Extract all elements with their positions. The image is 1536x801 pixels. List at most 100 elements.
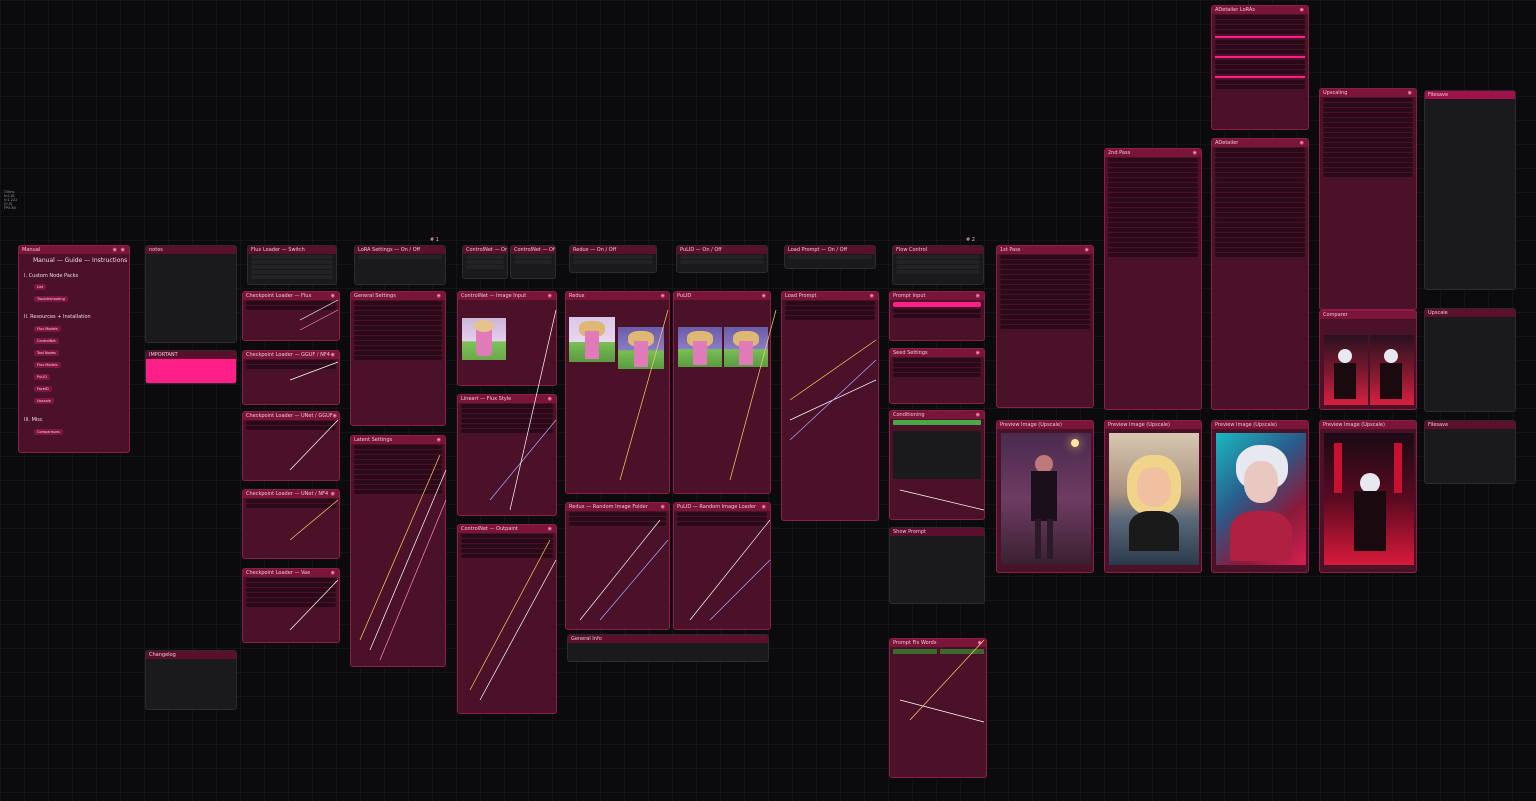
manual-title: Manual — Guide — Instructions: [33, 257, 128, 264]
prompt-input-title: Prompt Input: [893, 293, 926, 299]
flux-loader-title: Flux Loader — Switch: [251, 247, 305, 253]
changelog-node[interactable]: Changelog: [145, 650, 237, 710]
checkpoint-loader-flux[interactable]: Checkpoint Loader — Flux ◉: [242, 291, 340, 341]
pulid-thumbnail-2: [724, 327, 768, 367]
pulid-random-loader-node[interactable]: PuLID — Random Image Loader ◉: [673, 502, 771, 630]
manual-tools-button[interactable]: Tool Nodes: [34, 350, 59, 356]
redux-switch-node[interactable]: Redux — On / Off: [569, 245, 657, 273]
checkpoint-loader-unet-nf4[interactable]: Checkpoint Loader — UNet / NF4 ◉: [242, 489, 340, 559]
general-info-title: General Info: [571, 636, 602, 642]
manual-section-1: I. Custom Node Packs: [24, 273, 79, 279]
checkpoint-loader-unet-gguf[interactable]: Checkpoint Loader — UNet / GGUF ◉: [242, 411, 340, 481]
manual-upscale-button[interactable]: Upscale: [34, 398, 54, 404]
comparer-image-b: [1370, 335, 1414, 405]
pulid-switch-title: PuLID — On / Off: [680, 247, 722, 253]
controlnet-b-title: ControlNet — Off: [514, 247, 555, 253]
second-pass-output-image: [1109, 433, 1199, 565]
important-title: IMPORTANT: [149, 352, 178, 358]
general-info-node[interactable]: General Info: [567, 634, 769, 662]
final-save-title: Filesave: [1428, 422, 1449, 428]
checkpoint-loader-gguf[interactable]: Checkpoint Loader — GGUF / NF4 ◉: [242, 350, 340, 405]
redux-node[interactable]: Redux ◉: [565, 291, 670, 494]
controlnet-image-input-node[interactable]: ControlNet — Image Input ◉: [457, 291, 557, 386]
conditioning-node[interactable]: Conditioning ◉: [889, 410, 985, 520]
lora-settings-node[interactable]: LoRA Settings — On / Off: [354, 245, 446, 285]
fourth-preview-title: Preview Image (Upscale): [1323, 422, 1385, 428]
lineart-flux-node[interactable]: Lineart — Flux Style ◉: [457, 394, 557, 516]
load-prompt-switch-title: Load Prompt — On / Off: [788, 247, 848, 253]
second-pass-title: 2nd Pass: [1108, 150, 1131, 156]
manual-pulid-button[interactable]: PuLID: [34, 374, 50, 380]
checkpoint-1-title: Checkpoint Loader — Flux: [246, 293, 312, 299]
show-prompt-node[interactable]: Show Prompt: [889, 527, 985, 604]
final-save-node[interactable]: Filesave: [1424, 420, 1516, 484]
workflow-canvas[interactable]: T:0ms N:118 V:1,222 [0.0] FPS:60 Manual ◉…: [0, 0, 1536, 801]
adetailer-output-image: [1216, 433, 1306, 565]
comparer-node[interactable]: Comparer: [1319, 310, 1417, 410]
adetailer-node[interactable]: ADetailer ◉: [1211, 138, 1309, 410]
adetailer-loras-node[interactable]: ADetailer LoRAs ◉: [1211, 5, 1309, 130]
first-pass-sampler-node[interactable]: 1st Pass ◉: [996, 245, 1094, 408]
controlnet-switch-a[interactable]: ControlNet — On / Off: [462, 245, 508, 279]
checkpoint-4-title: Checkpoint Loader — UNet / NF4: [246, 491, 329, 497]
node-controls-icon[interactable]: ◉ ◉: [113, 246, 126, 254]
filesave-title: Filesave: [1428, 92, 1449, 98]
pulid-node[interactable]: PuLID ◉: [673, 291, 771, 494]
adetailer-title: ADetailer: [1215, 140, 1239, 146]
filesave-node[interactable]: Filesave: [1424, 90, 1516, 290]
upscale-output-image: [1324, 433, 1414, 565]
load-prompt-switch-node[interactable]: Load Prompt — On / Off: [784, 245, 876, 269]
controlnet-a-title: ControlNet — On / Off: [466, 247, 507, 253]
pulid-thumbnail-1: [678, 327, 722, 367]
second-pass-sampler-node[interactable]: 2nd Pass ◉: [1104, 148, 1202, 410]
first-preview-title: Preview Image (Upscale): [1000, 422, 1062, 428]
adetailer-loras-title: ADetailer LoRAs: [1215, 7, 1255, 13]
redux-random-folder-node[interactable]: Redux — Random Image Folder ◉: [565, 502, 670, 630]
load-prompt-node[interactable]: Load Prompt ◉: [781, 291, 879, 521]
manual-section-3: III. Misc: [24, 417, 43, 423]
general-settings-node[interactable]: General Settings ◉: [350, 291, 446, 426]
important-highlight: [146, 359, 236, 383]
latent-settings-node[interactable]: Latent Settings ◉: [350, 435, 446, 667]
badge-b: # 2: [966, 237, 975, 243]
manual-more-button[interactable]: Flux Models: [34, 362, 61, 368]
pulid-switch-node[interactable]: PuLID — On / Off: [676, 245, 768, 273]
load-prompt-title: Load Prompt: [785, 293, 817, 299]
second-preview-title: Preview Image (Upscale): [1108, 422, 1170, 428]
checkpoint-2-title: Checkpoint Loader — GGUF / NF4: [246, 352, 330, 358]
controlnet-switch-b[interactable]: ControlNet — Off: [510, 245, 556, 279]
controlnet-outpaint-node[interactable]: ControlNet — Outpaint ◉: [457, 524, 557, 714]
fourth-preview-node[interactable]: Preview Image (Upscale): [1319, 420, 1417, 573]
upscale-save-node[interactable]: Upscale: [1424, 308, 1516, 412]
redux-thumbnail-1: [569, 317, 615, 362]
upscale-save-title: Upscale: [1428, 310, 1448, 316]
notes-node[interactable]: notes: [145, 245, 237, 343]
pulid-title: PuLID: [677, 293, 692, 299]
upscaling-title: Upscaling: [1323, 90, 1348, 96]
checkpoint-5-title: Checkpoint Loader — Vae: [246, 570, 311, 576]
seed-settings-node[interactable]: Seed Settings ◉: [889, 348, 985, 404]
flux-loader-switch-node[interactable]: Flux Loader — Switch: [247, 245, 337, 285]
manual-list-button[interactable]: List: [34, 284, 47, 290]
third-preview-node[interactable]: Preview Image (Upscale): [1211, 420, 1309, 573]
manual-node-title: Manual: [22, 247, 41, 253]
first-preview-node[interactable]: Preview Image (Upscale): [996, 420, 1094, 573]
redux-thumbnail-2: [618, 327, 664, 369]
important-node[interactable]: IMPORTANT: [145, 350, 237, 384]
manual-flux-button[interactable]: Flux Models: [34, 326, 61, 332]
checkpoint-loader-vae[interactable]: Checkpoint Loader — Vae ◉: [242, 568, 340, 643]
manual-troubleshooting-button[interactable]: Troubleshooting: [34, 296, 68, 302]
manual-node[interactable]: Manual ◉ ◉ Manual — Guide — Instructions …: [18, 245, 130, 453]
latent-settings-title: Latent Settings: [354, 437, 393, 443]
flow-control-node[interactable]: Flow Control: [892, 245, 984, 285]
second-preview-node[interactable]: Preview Image (Upscale): [1104, 420, 1202, 573]
conditioning-prompt-text[interactable]: [893, 431, 981, 479]
manual-faceid-button[interactable]: FaceID: [34, 386, 52, 392]
prompt-input-node[interactable]: Prompt Input ◉: [889, 291, 985, 341]
upscaling-node[interactable]: Upscaling ◉: [1319, 88, 1417, 310]
lora-settings-title: LoRA Settings — On / Off: [358, 247, 421, 253]
manual-comparisons-button[interactable]: Comparisons: [34, 429, 63, 435]
checkpoint-3-title: Checkpoint Loader — UNet / GGUF: [246, 413, 333, 419]
manual-controlnet-button[interactable]: ControlNet: [34, 338, 59, 344]
prompt-fix-words-node[interactable]: Prompt Fix Words ◉: [889, 638, 987, 778]
